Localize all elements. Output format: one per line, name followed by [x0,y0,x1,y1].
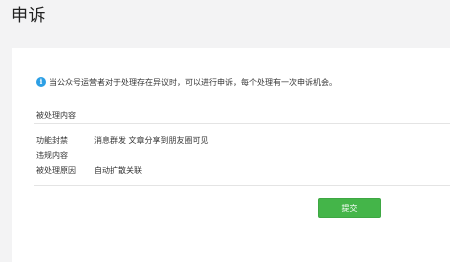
detail-row-violation-content: 违规内容 [36,150,94,161]
page-header: 申诉 [0,0,450,44]
section-divider [34,123,450,124]
detail-label: 被处理原因 [36,166,76,175]
detail-row-function-ban: 功能封禁 消息群发 文章分享到朋友圈可见 [36,135,209,146]
info-icon: i [36,77,46,87]
page-title: 申诉 [11,6,46,26]
detail-label: 功能封禁 [36,136,68,145]
detail-value: 自动扩散关联 [94,166,142,175]
submit-button[interactable]: 提交 [318,198,381,218]
detail-row-reason: 被处理原因 自动扩散关联 [36,165,142,176]
detail-label: 违规内容 [36,151,68,160]
section-title: 被处理内容 [36,111,76,120]
notice-banner: i 当公众号运营者对于处理存在异议时，可以进行申诉，每个处理有一次申诉机会。 [36,75,337,89]
footer-divider [34,185,450,186]
detail-value: 消息群发 文章分享到朋友圈可见 [94,136,209,145]
notice-text: 当公众号运营者对于处理存在异议时，可以进行申诉，每个处理有一次申诉机会。 [49,77,337,87]
appeal-panel: i 当公众号运营者对于处理存在异议时，可以进行申诉，每个处理有一次申诉机会。 被… [12,48,450,262]
